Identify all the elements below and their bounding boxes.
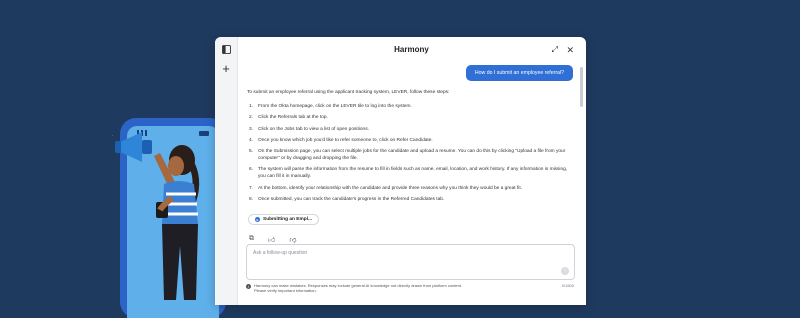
disclaimer-line-2: Please verify important information. [254, 288, 317, 294]
source-chip[interactable]: ▸ Submitting an Empl... [248, 214, 320, 225]
thumbs-up-icon[interactable]: 👍︎ [268, 235, 275, 244]
list-item: 1. From the Okta homepage, click on the L… [249, 104, 412, 109]
user-message-bubble: How do I submit an employee referral? [465, 65, 573, 81]
list-item: 6. The system will parse the information … [249, 167, 568, 180]
answer-intro: To submit an employee referral using the… [247, 90, 450, 95]
copy-icon[interactable]: ⧉ [249, 235, 254, 244]
expand-icon[interactable]: ⤢ [552, 45, 558, 55]
source-chip-label: Submitting an Empl... [263, 217, 313, 222]
char-counter: 0/1500 [561, 283, 574, 288]
follow-up-input-box: ↑ [246, 244, 575, 280]
megaphone-icon [112, 132, 152, 162]
document-source-icon: ▸ [255, 217, 260, 222]
person-with-megaphone-illustration [112, 132, 200, 300]
arrow-up-icon[interactable]: ↑ [561, 267, 569, 275]
steps-list: 1. From the Okta homepage, click on the L… [247, 103, 570, 203]
chat-window: + Harmony ⤢ ✕ How do I submit an employe… [215, 37, 586, 305]
window-title: Harmony [394, 45, 429, 54]
info-icon: i [246, 284, 251, 289]
follow-up-input[interactable] [251, 249, 505, 257]
disclaimer: i Harmony can make mistakes. Responses m… [246, 283, 546, 294]
message-actions: ⧉ 👍︎ 👎︎ [249, 235, 296, 244]
assistant-answer: To submit an employee referral using the… [247, 90, 570, 207]
thumbs-down-icon[interactable]: 👎︎ [289, 235, 296, 244]
list-item: 4. Once you know which job you'd like to … [249, 137, 433, 143]
close-icon[interactable]: ✕ [566, 45, 574, 56]
left-rail: + [215, 37, 238, 305]
list-item: 2. Click the Referrals tab at the top. [249, 115, 328, 121]
list-item: 8. Once submitted, you can track the cand… [249, 197, 445, 203]
plus-icon[interactable]: + [219, 61, 233, 76]
sidebar-toggle-icon[interactable] [219, 42, 233, 56]
scrollbar-thumb[interactable] [580, 67, 583, 107]
list-item: 7. At the bottom, identify your relations… [249, 185, 522, 191]
list-item: 5. On the Submission page, you can select… [249, 149, 566, 162]
list-item: 3. Click on the Jobs tab to view a list o… [249, 126, 369, 132]
